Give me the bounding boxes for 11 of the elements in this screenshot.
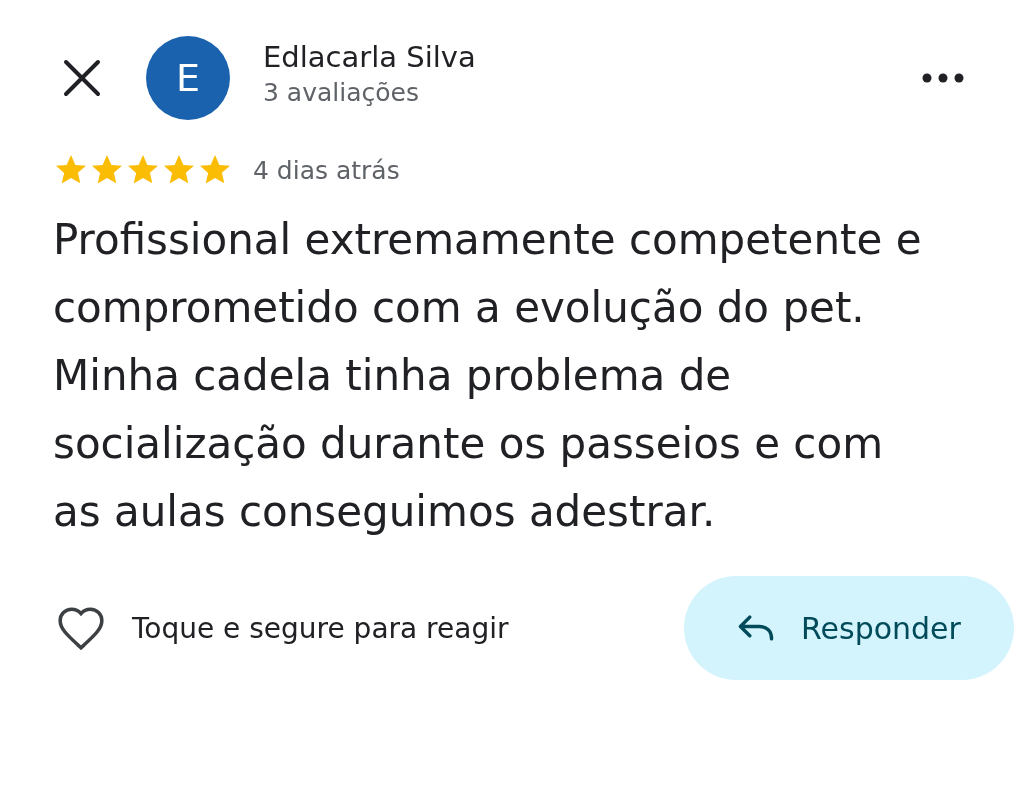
review-date: 4 dias atrás	[253, 155, 400, 185]
close-button[interactable]	[62, 58, 102, 98]
heart-icon	[56, 605, 106, 651]
review-text: Profissional extremamente competente e comprometido com a evolução do pet. Minha cadela tinha problema de socialização durante os passeios e com as aulas conseguimos adestrar.	[53, 214, 923, 538]
react-button[interactable]: Toque e segure para reagir	[56, 605, 509, 651]
more-options-button[interactable]	[922, 73, 964, 83]
reply-button[interactable]: Responder	[684, 576, 1014, 680]
review-count: 3 avaliações	[263, 77, 420, 107]
reply-arrow-icon	[737, 614, 776, 642]
avatar[interactable]: E	[146, 36, 230, 120]
reviewer-name[interactable]: Edlacarla Silva	[263, 39, 922, 74]
